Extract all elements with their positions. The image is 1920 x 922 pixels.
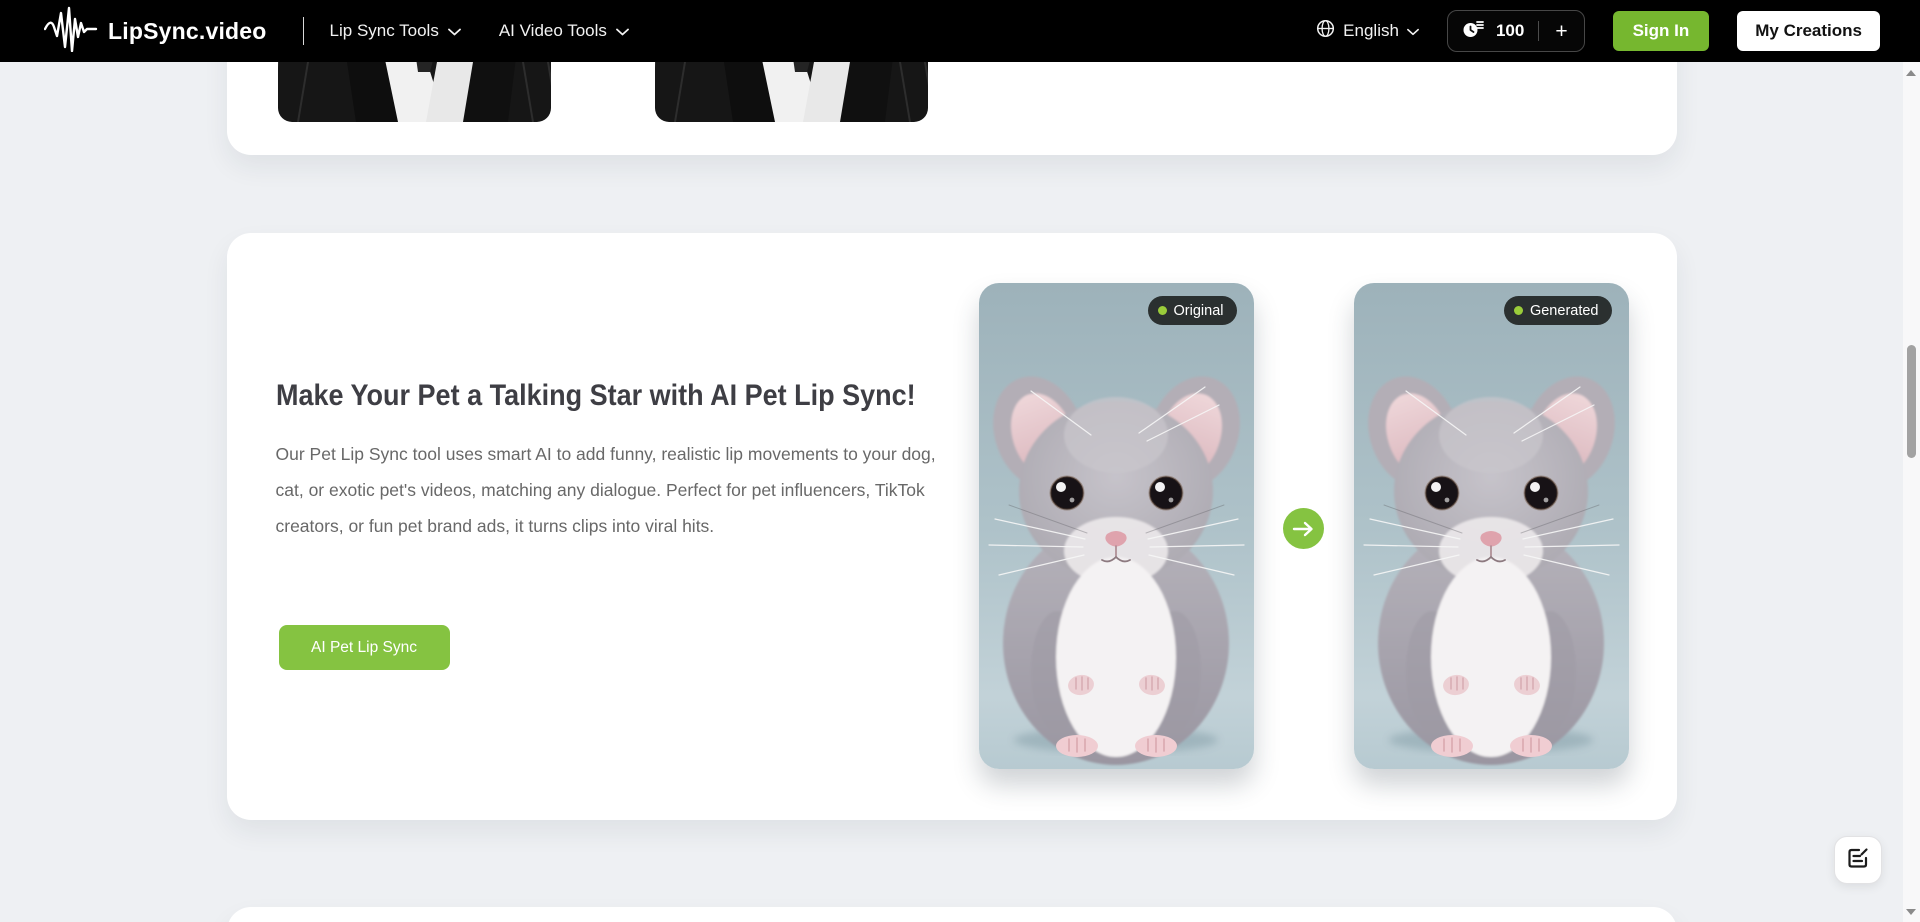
scrollbar-down-arrow[interactable]	[1906, 906, 1917, 917]
badge-label: Original	[1173, 302, 1224, 319]
brand-logo[interactable]: LipSync.video	[43, 6, 267, 57]
waveform-icon	[43, 6, 98, 57]
nav-ai-video-tools[interactable]: AI Video Tools	[499, 21, 629, 41]
section-heading: Make Your Pet a Talking Star with AI Pet…	[275, 379, 916, 412]
ai-pet-lip-sync-button[interactable]: AI Pet Lip Sync	[278, 625, 450, 670]
credits-count: 100	[1495, 21, 1525, 40]
nav-item-label: AI Video Tools	[498, 21, 607, 40]
chinchilla-illustration	[979, 283, 1254, 769]
language-selector[interactable]: English	[1316, 19, 1419, 43]
scrollbar[interactable]	[1903, 62, 1920, 922]
edit-icon	[1845, 845, 1871, 876]
nav-item-label: Lip Sync Tools	[329, 21, 439, 40]
generated-pet-image: Generated	[1354, 283, 1629, 769]
brand-name: LipSync.video	[108, 17, 267, 44]
chevron-down-icon	[447, 21, 461, 41]
original-pet-image: Original	[979, 283, 1254, 769]
page-content: Make Your Pet a Talking Star with AI Pet…	[0, 0, 1903, 922]
scrollbar-thumb[interactable]	[1907, 345, 1916, 458]
original-badge: Original	[1147, 296, 1237, 325]
status-dot	[1513, 306, 1523, 315]
credits-pill[interactable]: 100 +	[1446, 10, 1585, 52]
add-credits-button[interactable]: +	[1553, 21, 1569, 42]
section-description: Our Pet Lip Sync tool uses smart AI to a…	[275, 444, 936, 536]
chinchilla-illustration	[1354, 283, 1629, 769]
scrollbar-up-arrow[interactable]	[1906, 67, 1917, 78]
credits-divider	[1538, 21, 1540, 41]
coin-icon	[1462, 18, 1486, 44]
badge-label: Generated	[1529, 302, 1599, 319]
transform-arrow-icon	[1282, 508, 1324, 549]
chevron-down-icon	[1407, 21, 1419, 41]
feedback-fab[interactable]	[1834, 836, 1882, 884]
generated-badge: Generated	[1503, 296, 1612, 325]
nav-lip-sync-tools[interactable]: Lip Sync Tools	[330, 21, 461, 41]
top-navbar: LipSync.video Lip Sync Tools AI Video To…	[0, 0, 1920, 62]
next-section-card	[226, 907, 1677, 922]
globe-icon	[1316, 19, 1335, 43]
sign-in-button[interactable]: Sign In	[1612, 11, 1710, 51]
language-label: English	[1343, 21, 1399, 40]
nav-divider	[302, 17, 304, 45]
chevron-down-icon	[616, 21, 629, 41]
my-creations-button[interactable]: My Creations	[1737, 11, 1880, 51]
pet-lipsync-section: Make Your Pet a Talking Star with AI Pet…	[226, 233, 1677, 820]
status-dot	[1157, 306, 1167, 315]
